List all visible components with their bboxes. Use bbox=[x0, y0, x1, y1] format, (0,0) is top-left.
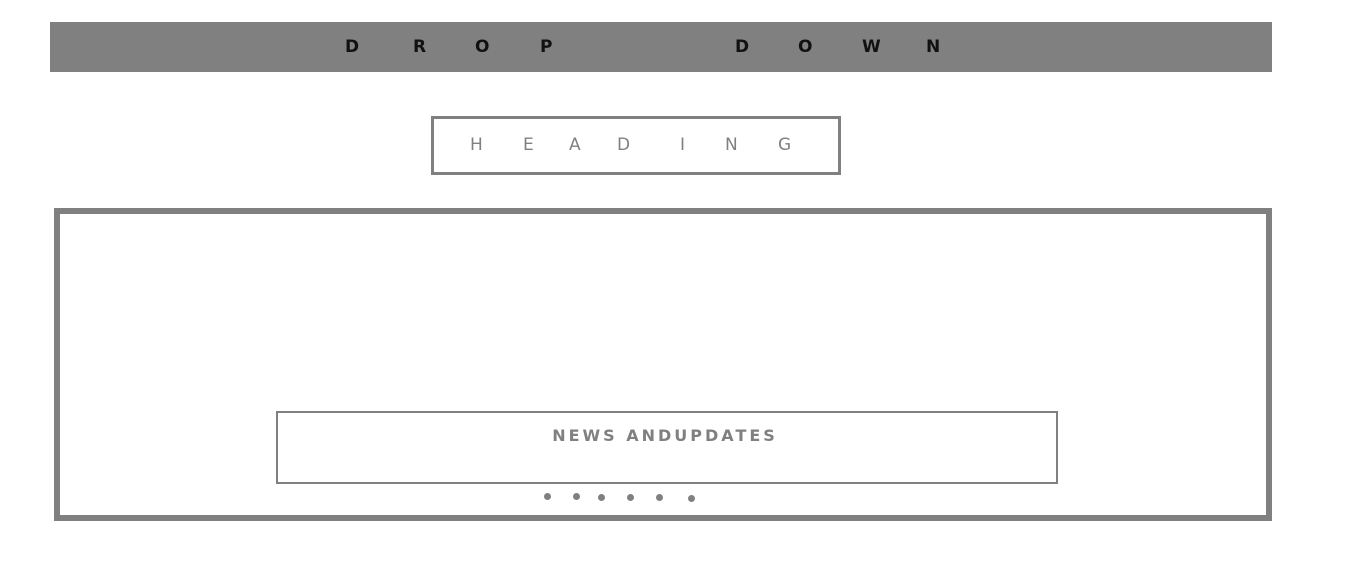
dropdown-letter: R bbox=[413, 37, 427, 57]
heading-letter: H bbox=[470, 135, 483, 155]
dropdown-letter: O bbox=[798, 37, 813, 57]
heading-letter: I bbox=[680, 135, 686, 155]
heading-letter: D bbox=[617, 135, 631, 155]
heading-letter: G bbox=[778, 135, 792, 155]
heading-letter: A bbox=[569, 135, 581, 155]
heading-letter: N bbox=[725, 135, 738, 155]
dropdown-letter: N bbox=[926, 37, 941, 57]
dropdown-letter: O bbox=[475, 37, 490, 57]
heading-box: H E A D I N G bbox=[431, 116, 841, 175]
slider-dot-3[interactable] bbox=[598, 494, 605, 501]
news-updates-box[interactable] bbox=[276, 411, 1058, 484]
slider-dot-4[interactable] bbox=[627, 494, 634, 501]
dropdown-letter: D bbox=[735, 37, 750, 57]
slider-dot-6[interactable] bbox=[688, 495, 695, 502]
heading-letter: E bbox=[523, 135, 534, 155]
page: D R O P D O W N H E A D I N G NEWS ANDUP… bbox=[0, 0, 1360, 580]
dropdown-letter: W bbox=[862, 37, 881, 57]
slider-dot-1[interactable] bbox=[544, 493, 551, 500]
dropdown-letter: D bbox=[345, 37, 360, 57]
dropdown-letter: P bbox=[540, 37, 553, 57]
slider-dot-2[interactable] bbox=[573, 493, 580, 500]
slider-dot-5[interactable] bbox=[656, 494, 663, 501]
dropdown-bar[interactable]: D R O P D O W N bbox=[50, 22, 1272, 72]
